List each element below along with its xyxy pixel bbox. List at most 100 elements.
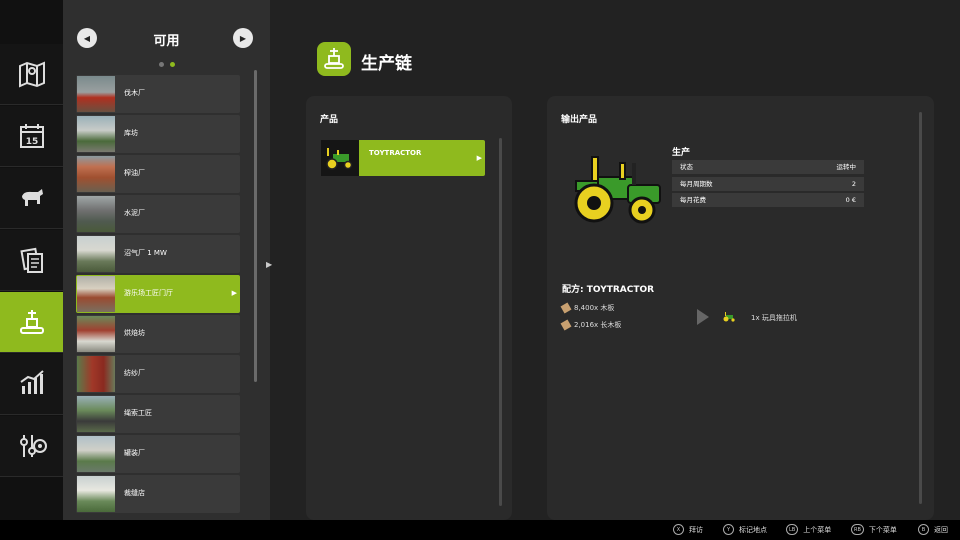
list-item-label: 游乐场工匠门厅: [124, 289, 173, 297]
list-item[interactable]: 纺纱厂: [76, 355, 240, 393]
recipe-input-label: 2,016x 长木板: [574, 321, 622, 329]
list-item[interactable]: 烘焙坊: [76, 315, 240, 353]
list-item-label: 沼气厂 1 MW: [124, 249, 167, 257]
toytractor-icon: [321, 140, 359, 176]
list-item[interactable]: 沼气厂 1 MW: [76, 235, 240, 273]
list-item-label: 烘焙坊: [124, 329, 145, 337]
page-title: 生产链: [361, 54, 412, 74]
hint-label: 下个菜单: [868, 526, 897, 534]
costs-row: 每月花费 0 €: [672, 193, 864, 207]
nav-production-button[interactable]: [0, 292, 63, 353]
chevron-right-icon: ▶: [239, 33, 247, 43]
production-header: 生产: [672, 148, 691, 158]
list-item-label: 绳索工匠: [124, 409, 152, 417]
row-value: 运转中: [836, 163, 857, 171]
products-scrollbar[interactable]: [499, 138, 502, 506]
item-thumbnail: [77, 156, 115, 192]
back-hint[interactable]: B 返回: [918, 524, 948, 536]
row-label: 每月花费: [680, 196, 706, 204]
page-dot-active: [169, 62, 175, 67]
list-item[interactable]: 库坊: [76, 115, 240, 153]
list-item-label: 裁缝店: [124, 489, 145, 497]
calendar-icon: 15: [19, 124, 44, 148]
item-thumbnail: [77, 276, 115, 312]
nav-settings-button[interactable]: [0, 416, 63, 477]
nav-map-button[interactable]: [0, 44, 63, 105]
recipe-input: 8,400x 木板: [560, 302, 615, 314]
recipe-input: 2,016x 长木板: [560, 319, 622, 331]
main-menu-nav: 15: [0, 0, 63, 520]
product-label: TOYTRACTOR: [369, 149, 422, 157]
item-thumbnail: [77, 196, 115, 232]
selected-arrow-icon: ▶: [231, 289, 237, 297]
production-list-panel: ◀ 可用 ▶ 伐木厂 库坊 榨油厂 水泥厂 沼气厂 1 MW 游乐场工匠门厅 ▶ …: [63, 0, 270, 520]
production-chains-screen: 15 ◀ 可用 ▶ 伐木厂 库坊 榨油厂 水泥厂 沼气厂 1 MW 游乐场工匠门: [0, 0, 960, 540]
mark-location-hint[interactable]: Y 标记地点: [723, 524, 767, 536]
selected-arrow-icon: ▶: [476, 154, 482, 162]
production-title-icon: [317, 42, 351, 76]
list-item-selected[interactable]: 游乐场工匠门厅 ▶: [76, 275, 240, 313]
contracts-icon: [19, 247, 43, 273]
next-menu-hint[interactable]: RB 下个菜单: [851, 524, 897, 536]
list-scrollbar[interactable]: [254, 70, 257, 382]
nav-statistics-button[interactable]: [0, 354, 63, 415]
item-thumbnail: [77, 396, 115, 432]
item-thumbnail: [77, 476, 115, 512]
list-item[interactable]: 罐装厂: [76, 435, 240, 473]
button-lb-icon: LB: [786, 524, 799, 535]
toytractor-large-icon: [574, 156, 661, 224]
list-item[interactable]: 伐木厂: [76, 75, 240, 113]
nav-animals-button[interactable]: [0, 168, 63, 229]
item-thumbnail: [77, 356, 115, 392]
list-item-label: 纺纱厂: [124, 369, 145, 377]
item-thumbnail: [77, 436, 115, 472]
button-rb-icon: RB: [851, 524, 864, 535]
recipe-output-label: 1x 玩具拖拉机: [751, 314, 797, 322]
recipe-input-label: 8,400x 木板: [574, 304, 615, 312]
settings-icon: [19, 435, 47, 457]
list-item-label: 伐木厂: [124, 89, 145, 97]
button-y-icon: Y: [723, 524, 734, 535]
hint-label: 上个菜单: [803, 526, 832, 534]
list-item[interactable]: 裁缝店: [76, 475, 240, 513]
row-label: 每月周期数: [680, 180, 713, 188]
page-indicator: [63, 52, 270, 71]
cycles-row: 每月周期数 2: [672, 177, 864, 191]
hint-label: 拜访: [689, 526, 703, 534]
products-header: 产品: [320, 115, 339, 125]
map-icon: [18, 61, 45, 88]
list-item[interactable]: 榨油厂: [76, 155, 240, 193]
calendar-day: 15: [25, 137, 38, 147]
status-row: 状态 运转中: [672, 160, 864, 174]
list-item[interactable]: 绳索工匠: [76, 395, 240, 433]
item-thumbnail: [77, 236, 115, 272]
hint-label: 返回: [934, 526, 948, 534]
nav-contracts-button[interactable]: [0, 230, 63, 291]
hint-label: 标记地点: [739, 526, 767, 534]
list-item-label: 榨油厂: [124, 169, 145, 177]
output-header: 输出产品: [561, 115, 598, 125]
long-planks-icon: [560, 319, 572, 331]
statistics-icon: [19, 370, 44, 394]
button-x-icon: X: [673, 524, 684, 535]
product-item-selected[interactable]: TOYTRACTOR ▶: [321, 140, 485, 176]
arrow-right-icon: [697, 309, 709, 325]
production-icon: [19, 310, 44, 334]
nav-calendar-button[interactable]: 15: [0, 106, 63, 167]
item-thumbnail: [77, 76, 115, 112]
recipe-header: 配方: TOYTRACTOR: [562, 285, 655, 295]
list-item[interactable]: 水泥厂: [76, 195, 240, 233]
list-item-label: 库坊: [124, 129, 138, 137]
products-panel: 产品 TOYTRACTOR ▶: [306, 96, 512, 520]
button-b-icon: B: [918, 524, 929, 535]
next-page-button[interactable]: ▶: [233, 28, 253, 48]
visit-hint[interactable]: X 拜访: [673, 524, 703, 536]
collapse-panel-icon[interactable]: ▶: [266, 260, 278, 278]
row-value: 2: [851, 180, 856, 188]
list-item-label: 水泥厂: [124, 209, 145, 217]
planks-icon: [560, 302, 572, 314]
output-scrollbar[interactable]: [919, 112, 922, 504]
row-value: 0 €: [845, 196, 856, 204]
button-hint-bar: X 拜访 Y 标记地点 LB 上个菜单 RB 下个菜单 B 返回: [0, 520, 960, 540]
prev-menu-hint[interactable]: LB 上个菜单: [786, 524, 831, 536]
